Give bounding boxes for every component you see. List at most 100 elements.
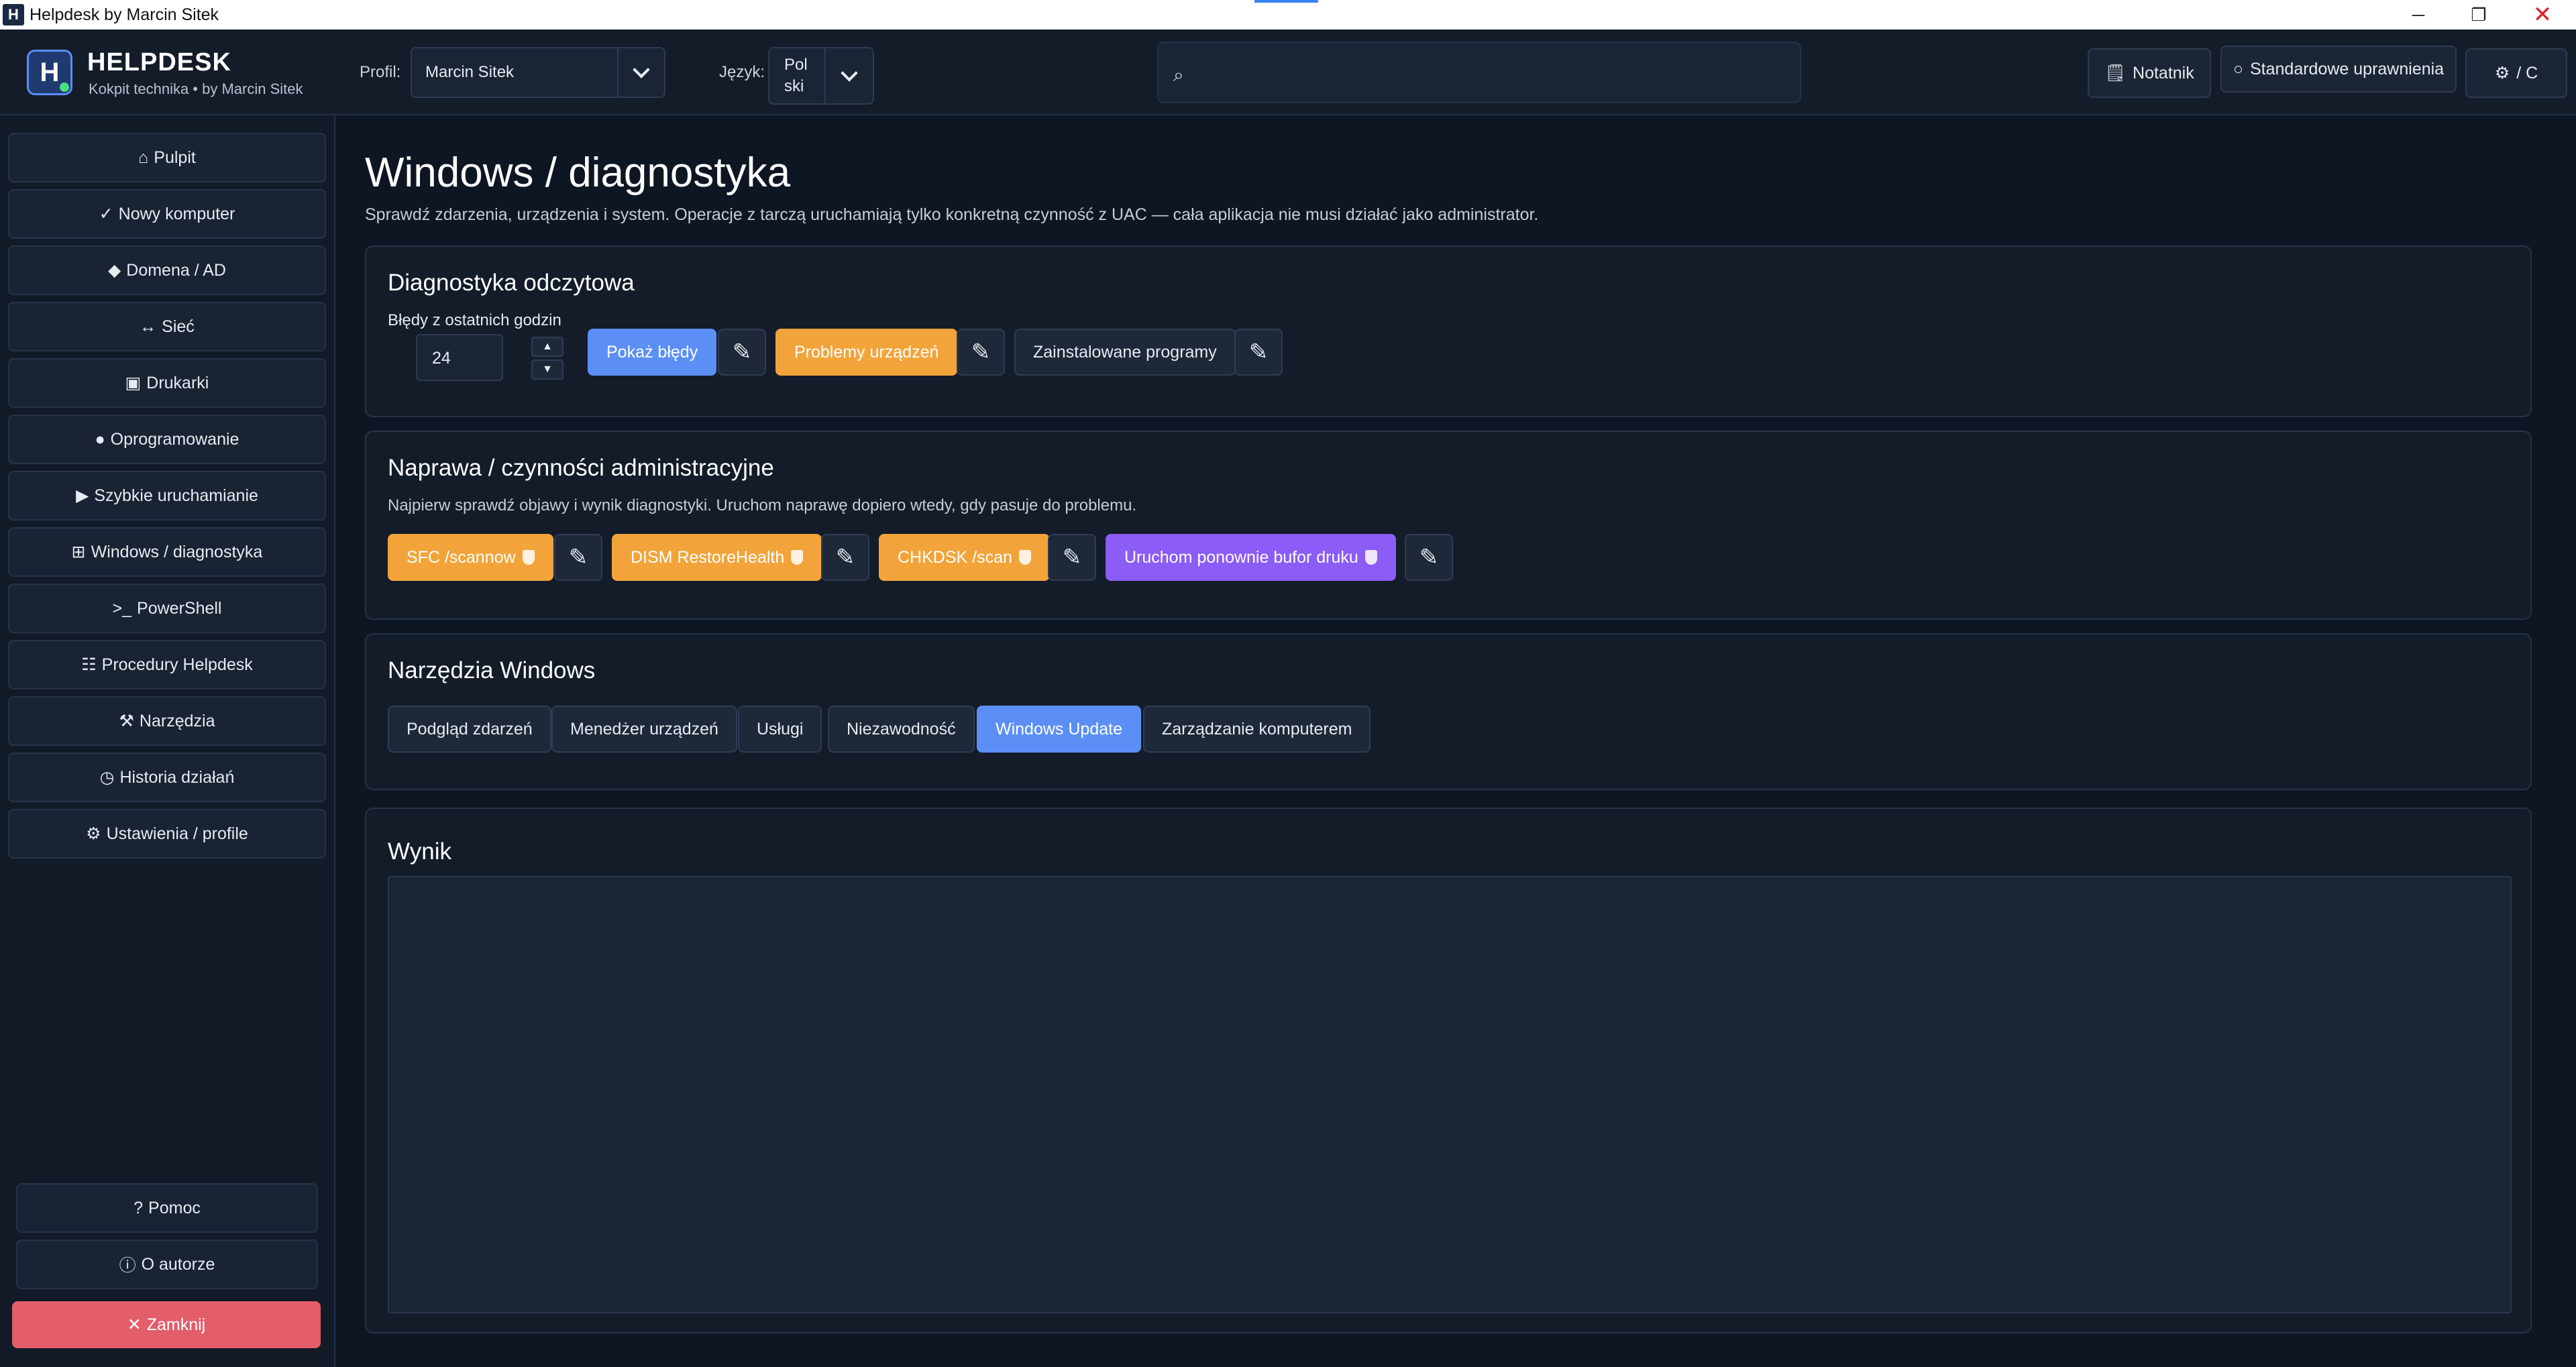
sidebar-item-windows-diagnostics[interactable]: ⊞ Windows / diagnostyka	[8, 527, 326, 577]
diamond-icon: ◆	[108, 261, 121, 280]
diagnostics-card: Diagnostyka odczytowa Błędy z ostatnich …	[365, 245, 2532, 417]
sidebar-item-label: Domena / AD	[126, 260, 226, 280]
dism-restorehealth-button[interactable]: DISM RestoreHealth	[612, 534, 822, 581]
sidebar-item-label: Szybkie uruchamianie	[94, 486, 258, 505]
edit-sfc-button[interactable]: ✎	[554, 534, 602, 581]
sidebar-item-software[interactable]: ● Oprogramowanie	[8, 415, 326, 464]
search-icon: ⌕	[1173, 64, 1184, 85]
sidebar-item-procedures[interactable]: ☷ Procedury Helpdesk	[8, 640, 326, 690]
pencil-icon: ✎	[568, 545, 588, 570]
gear-icon: ⚙	[86, 824, 101, 843]
sidebar-item-domain-ad[interactable]: ◆ Domena / AD	[8, 245, 326, 295]
profile-value: Marcin Sitek	[425, 63, 515, 81]
sidebar: ⌂ Pulpit ✓ Nowy komputer ◆ Domena / AD ↔ Sie…	[0, 115, 335, 1367]
help-icon: ?	[133, 1198, 144, 1217]
sidebar-item-label: Pulpit	[154, 148, 196, 167]
device-manager-button[interactable]: Menedżer urządzeń	[551, 706, 737, 753]
exit-button[interactable]: ✕ Zamknij	[12, 1301, 321, 1348]
close-window-button[interactable]: ✕	[2506, 0, 2576, 30]
sfc-scannow-button[interactable]: SFC /scannow	[388, 534, 553, 581]
hours-input[interactable]: 24	[416, 334, 503, 381]
info-icon: ⓘ	[119, 1256, 136, 1275]
pencil-icon: ✎	[835, 545, 855, 570]
edit-installed-programs-button[interactable]: ✎	[1234, 329, 1283, 376]
hours-increment-button[interactable]: ▲	[531, 337, 564, 357]
windows-update-button[interactable]: Windows Update	[977, 706, 1141, 753]
hours-label: Błędy z ostatnich godzin	[388, 311, 561, 329]
sidebar-item-label: Drukarki	[146, 373, 209, 392]
profile-label: Profil:	[360, 63, 401, 81]
permissions-label: Standardowe uprawnienia	[2250, 59, 2445, 78]
windows-tools-title: Narzędzia Windows	[388, 657, 596, 684]
edit-spooler-button[interactable]: ✎	[1405, 534, 1453, 581]
close-icon: ✕	[127, 1315, 142, 1334]
pencil-icon: ✎	[1248, 339, 1269, 365]
permissions-circle-icon: ○	[2233, 59, 2243, 78]
installed-programs-button[interactable]: Zainstalowane programy	[1014, 329, 1236, 376]
printer-icon: ▣	[125, 374, 142, 392]
event-viewer-button[interactable]: Podgląd zdarzeń	[388, 706, 551, 753]
restart-print-spooler-button[interactable]: Uruchom ponownie bufor druku	[1106, 534, 1396, 581]
sidebar-item-quick-launch[interactable]: ▶ Szybkie uruchamianie	[8, 471, 326, 521]
app-icon: H	[3, 4, 24, 25]
edit-show-errors-button[interactable]: ✎	[718, 329, 766, 376]
about-button[interactable]: ⓘ O autorze	[16, 1240, 318, 1289]
window-titlebar: H Helpdesk by Marcin Sitek ─ ❐ ✕	[0, 0, 2576, 30]
language-value: Pol ski	[769, 54, 824, 97]
sidebar-item-label: Ustawienia / profile	[106, 824, 248, 843]
settings-button[interactable]: ⚙ / C	[2465, 48, 2567, 98]
edit-chkdsk-button[interactable]: ✎	[1048, 534, 1096, 581]
search-input[interactable]	[1205, 50, 1789, 97]
profile-select[interactable]: Marcin Sitek	[411, 47, 665, 98]
chevron-down-icon	[617, 48, 664, 97]
logo-letter: H	[40, 57, 60, 87]
main-content: Windows / diagnostyka Sprawdź zdarzenia,…	[335, 115, 2576, 1367]
windows-icon: ⊞	[71, 543, 86, 561]
maximize-button[interactable]: ❐	[2442, 0, 2516, 30]
language-select[interactable]: Pol ski	[768, 47, 874, 105]
edit-device-problems-button[interactable]: ✎	[957, 329, 1005, 376]
pencil-icon: ✎	[1062, 545, 1082, 570]
arrows-icon: ↔	[140, 317, 157, 336]
sidebar-item-label: Historia działań	[119, 767, 235, 787]
sidebar-item-printers[interactable]: ▣ Drukarki	[8, 358, 326, 408]
window-title: Helpdesk by Marcin Sitek	[30, 5, 219, 24]
tools-icon: ⚒	[119, 712, 134, 730]
sidebar-item-history[interactable]: ◷ Historia działań	[8, 753, 326, 802]
brand-subtitle: Kokpit technika • by Marcin Sitek	[89, 80, 303, 97]
show-errors-button[interactable]: Pokaż błędy	[588, 329, 717, 376]
play-icon: ▶	[76, 486, 89, 505]
reliability-button[interactable]: Niezawodność	[828, 706, 975, 753]
search-box[interactable]: ⌕	[1157, 42, 1801, 103]
computer-management-button[interactable]: Zarządzanie komputerem	[1143, 706, 1371, 753]
device-problems-button[interactable]: Problemy urządzeń	[775, 329, 958, 376]
sidebar-item-powershell[interactable]: >_ PowerShell	[8, 584, 326, 633]
services-button[interactable]: Usługi	[738, 706, 822, 753]
chkdsk-scan-button[interactable]: CHKDSK /scan	[879, 534, 1050, 581]
dot-icon: ●	[95, 429, 105, 449]
hours-decrement-button[interactable]: ▼	[531, 360, 564, 380]
edit-dism-button[interactable]: ✎	[821, 534, 869, 581]
exit-label: Zamknij	[146, 1315, 206, 1334]
sidebar-item-label: Oprogramowanie	[110, 429, 239, 449]
about-label: O autorze	[141, 1254, 215, 1274]
taskbar-accent	[1254, 0, 1318, 3]
home-icon: ⌂	[138, 148, 149, 167]
sidebar-item-label: Narzędzia	[139, 711, 215, 730]
sidebar-item-pulpit[interactable]: ⌂ Pulpit	[8, 133, 326, 182]
result-output[interactable]	[388, 876, 2512, 1313]
clock-icon: ◷	[99, 768, 115, 787]
sidebar-item-label: Sieć	[162, 317, 195, 336]
spooler-label: Uruchom ponownie bufor druku	[1124, 547, 1358, 567]
help-button[interactable]: ? Pomoc	[16, 1183, 318, 1233]
notepad-button[interactable]: 🗒 Notatnik	[2088, 48, 2211, 98]
sidebar-item-new-computer[interactable]: ✓ Nowy komputer	[8, 189, 326, 239]
gear-icon: ⚙	[2494, 64, 2510, 83]
permissions-badge: ○ Standardowe uprawnienia	[2220, 46, 2457, 93]
sidebar-item-tools[interactable]: ⚒ Narzędzia	[8, 696, 326, 746]
app-header: H HELPDESK Kokpit technika • by Marcin S…	[0, 30, 2576, 115]
sidebar-item-network[interactable]: ↔ Sieć	[8, 302, 326, 351]
language-value-line1: Pol	[784, 56, 808, 74]
page-description: Sprawdź zdarzenia, urządzenia i system. …	[365, 205, 1539, 224]
sidebar-item-settings[interactable]: ⚙ Ustawienia / profile	[8, 809, 326, 859]
